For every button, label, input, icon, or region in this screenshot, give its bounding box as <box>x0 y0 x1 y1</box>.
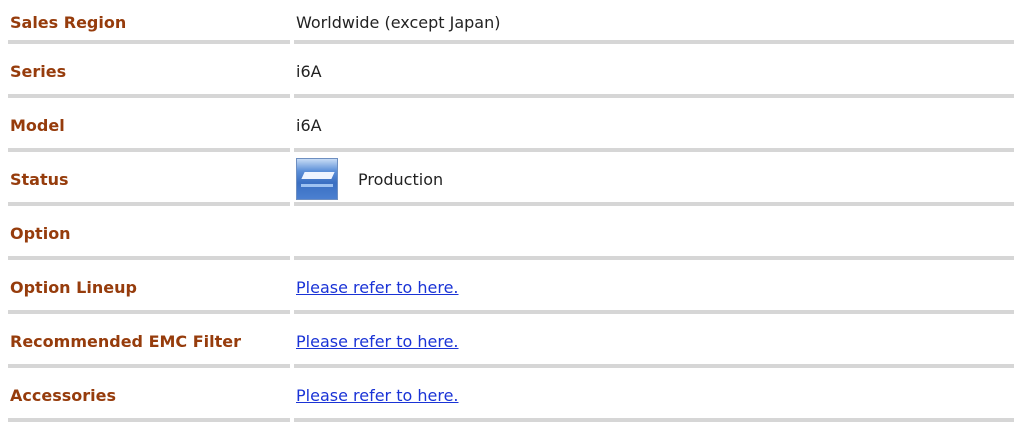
accessories-link[interactable]: Please refer to here. <box>296 386 459 405</box>
value-status: Production <box>296 152 1014 206</box>
row-divider <box>8 418 290 422</box>
value-sales-region: Worldwide (except Japan) <box>296 12 501 32</box>
label-emc-filter: Recommended EMC Filter <box>10 331 242 351</box>
row-emc-filter: Recommended EMC Filter Please refer to h… <box>8 314 1014 368</box>
emc-filter-link[interactable]: Please refer to here. <box>296 332 459 351</box>
row-status: Status Production <box>8 152 1014 206</box>
row-option: Option <box>8 206 1014 260</box>
row-series: Series i6A <box>8 44 1014 98</box>
row-model: Model i6A <box>8 98 1014 152</box>
value-model: i6A <box>296 115 322 135</box>
label-option: Option <box>10 223 71 243</box>
value-option <box>296 206 1014 260</box>
label-sales-region: Sales Region <box>10 12 127 32</box>
value-option-lineup: Please refer to here. <box>296 260 1014 314</box>
row-accessories: Accessories Please refer to here. <box>8 368 1014 422</box>
production-status-icon <box>296 158 338 200</box>
row-option-lineup: Option Lineup Please refer to here. <box>8 260 1014 314</box>
row-sales-region: Sales Region Worldwide (except Japan) <box>8 0 1014 44</box>
spec-table: Sales Region Worldwide (except Japan) Se… <box>8 0 1014 422</box>
label-model: Model <box>10 115 65 135</box>
label-status: Status <box>10 169 69 189</box>
option-lineup-link[interactable]: Please refer to here. <box>296 278 459 297</box>
label-series: Series <box>10 61 67 81</box>
value-accessories: Please refer to here. <box>296 368 1014 422</box>
status-text: Production <box>358 169 444 189</box>
label-accessories: Accessories <box>10 385 116 405</box>
value-series: i6A <box>296 61 322 81</box>
row-divider <box>294 418 1014 422</box>
label-option-lineup: Option Lineup <box>10 277 137 297</box>
value-emc-filter: Please refer to here. <box>296 314 1014 368</box>
